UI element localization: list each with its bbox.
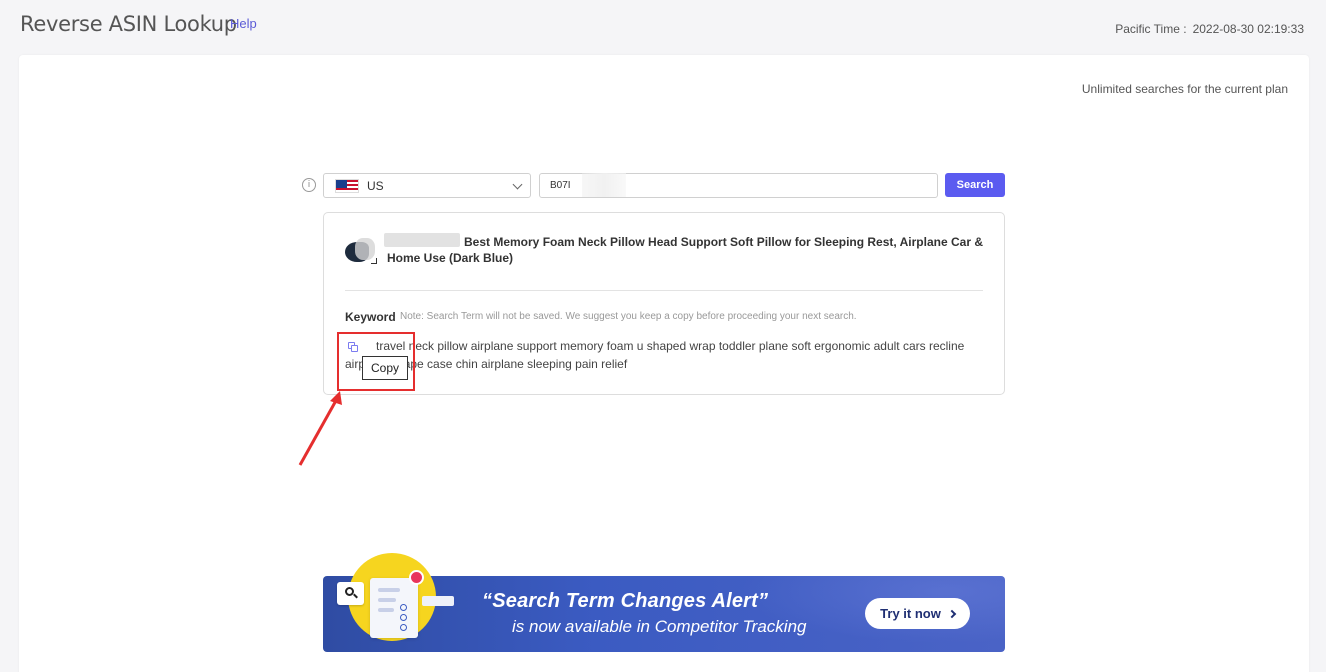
keyword-note: Note: Search Term will not be saved. We …	[400, 311, 857, 322]
chevron-down-icon	[512, 179, 523, 190]
chevron-right-icon	[947, 609, 957, 619]
promo-headline: “Search Term Changes Alert”	[482, 590, 769, 612]
pacific-time: Pacific Time : 2022-08-30 02:19:33	[1115, 22, 1304, 36]
pacific-time-label: Pacific Time :	[1115, 22, 1187, 36]
copy-icon[interactable]	[348, 342, 359, 353]
document-icon	[370, 578, 418, 638]
try-it-now-button[interactable]: Try it now	[865, 598, 970, 629]
product-title: Best Memory Foam Neck Pillow Head Suppor…	[387, 235, 983, 265]
search-button[interactable]: Search	[945, 173, 1005, 197]
page-title: Reverse ASIN Lookup	[20, 12, 237, 36]
copy-tooltip: Copy	[362, 356, 408, 380]
search-icon	[337, 582, 364, 605]
keyword-label: Keyword	[345, 310, 396, 324]
plan-note: Unlimited searches for the current plan	[1081, 82, 1288, 96]
keyword-text: travel neck pillow airplane support memo…	[345, 339, 965, 371]
pacific-time-value: 2022-08-30 02:19:33	[1192, 22, 1304, 36]
promo-subline: is now available in Competitor Tracking	[512, 617, 807, 636]
redaction-blur	[582, 173, 626, 197]
us-flag-icon	[335, 179, 359, 193]
marketplace-select[interactable]: US	[323, 173, 531, 198]
marketplace-value: US	[367, 179, 384, 193]
result-card: Best Memory Foam Neck Pillow Head Suppor…	[323, 212, 1005, 395]
bell-icon	[409, 570, 424, 585]
page-header: Reverse ASIN Lookup Help Pacific Time : 2…	[0, 0, 1326, 54]
info-icon[interactable]: i	[302, 178, 316, 192]
help-link[interactable]: Help	[230, 16, 257, 31]
product-thumbnail	[345, 236, 379, 266]
try-it-now-label: Try it now	[880, 606, 941, 621]
promo-illustration	[422, 596, 454, 606]
divider	[345, 290, 983, 291]
